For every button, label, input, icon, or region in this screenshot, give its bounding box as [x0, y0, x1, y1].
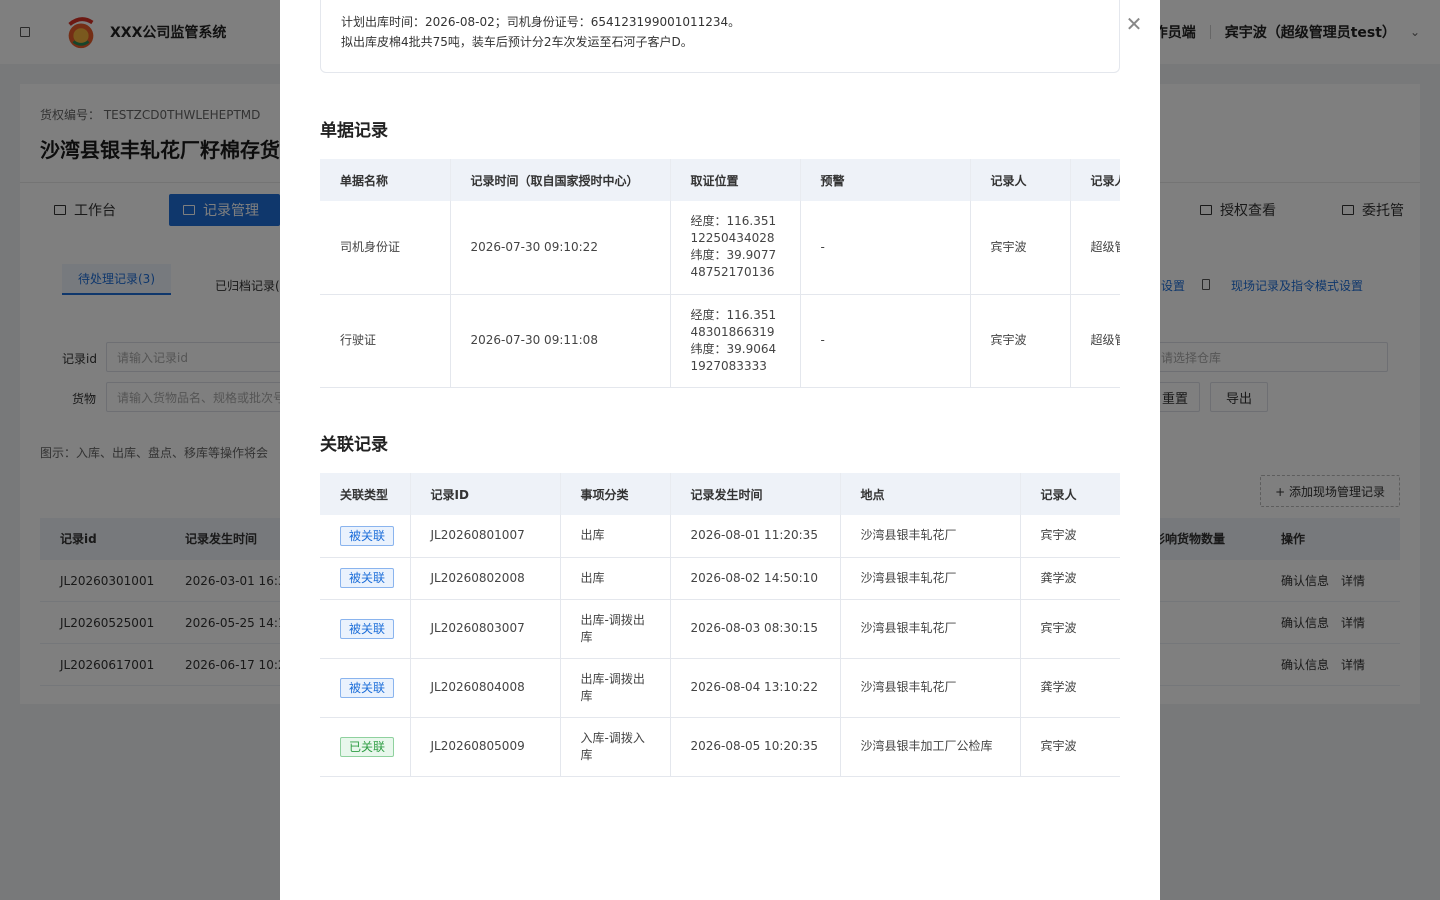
table-row: 行驶证 2026-07-30 09:11:08 经度：116.351483018…	[320, 294, 1120, 388]
links-section-title: 关联记录	[320, 435, 388, 455]
header-occur-time: 记录发生时间	[670, 473, 841, 515]
occur-time: 2026-08-03 08:30:15	[670, 599, 841, 659]
remark-line: 拟出库皮棉4批共75吨，装车后预计分2车次发运至石河子客户D。	[341, 35, 693, 49]
table-row: 已关联 JL20260805009 入库-调拨入库 2026-08-05 10:…	[320, 717, 1120, 777]
doc-location: 经度：116.35148301866319 纬度：39.906419270833…	[670, 294, 801, 388]
category: 出库	[560, 557, 671, 600]
header-place: 地点	[840, 473, 1021, 515]
linked-type-tag: 已关联	[340, 736, 395, 757]
record-id: JL20260804008	[410, 658, 561, 718]
recorder: 宾宇波	[1020, 599, 1120, 659]
record-detail-drawer: ✕ 计划出库时间：2026-08-02；司机身份证号：6541231990010…	[280, 0, 1160, 900]
header-category: 事项分类	[560, 473, 671, 515]
place: 沙湾县银丰轧花厂	[840, 599, 1021, 659]
header-doc-recorder-role: 记录人	[1070, 159, 1120, 201]
table-row: 被关联 JL20260801007 出库 2026-08-01 11:20:35…	[320, 515, 1120, 558]
doc-recorder: 宾宇波	[970, 294, 1071, 388]
link-type-cell: 被关联	[320, 557, 411, 600]
place: 沙湾县银丰加工厂公检库	[840, 717, 1021, 777]
occur-time: 2026-08-01 11:20:35	[670, 515, 841, 558]
linked-type-tag: 被关联	[340, 568, 395, 588]
header-recorder: 记录人	[1020, 473, 1120, 515]
category: 出库	[560, 515, 671, 558]
category: 出库-调拨出库	[560, 658, 671, 718]
record-id: JL20260801007	[410, 515, 561, 558]
linked-type-tag: 被关联	[340, 618, 395, 639]
doc-time: 2026-07-30 09:10:22	[450, 201, 671, 295]
close-icon[interactable]: ✕	[1124, 14, 1144, 34]
doc-warning: -	[800, 201, 971, 295]
remark-box: 计划出库时间：2026-08-02；司机身份证号：654123199001011…	[320, 0, 1120, 73]
doc-recorder: 宾宇波	[970, 201, 1071, 295]
occur-time: 2026-08-05 10:20:35	[670, 717, 841, 777]
header-doc-warning: 预警	[800, 159, 971, 201]
links-header-row: 关联类型 记录ID 事项分类 记录发生时间 地点 记录人	[320, 473, 1120, 515]
doc-location: 经度：116.35112250434028 纬度：39.907748752170…	[670, 201, 801, 295]
doc-warning: -	[800, 294, 971, 388]
header-record-id: 记录ID	[410, 473, 561, 515]
doc-name: 司机身份证	[320, 201, 451, 295]
recorder: 宾宇波	[1020, 515, 1120, 558]
recorder: 龚学波	[1020, 658, 1120, 718]
place: 沙湾县银丰轧花厂	[840, 557, 1021, 600]
category: 入库-调拨入库	[560, 717, 671, 777]
category: 出库-调拨出库	[560, 599, 671, 659]
header-doc-time: 记录时间（取自国家授时中心）	[450, 159, 671, 201]
linked-records-table: 关联类型 记录ID 事项分类 记录发生时间 地点 记录人 被关联 JL20260…	[320, 473, 1120, 777]
doc-recorder-role: 超级管	[1070, 201, 1120, 295]
header-doc-recorder: 记录人	[970, 159, 1071, 201]
linked-type-tag: 被关联	[340, 677, 395, 698]
docs-section-title: 单据记录	[320, 121, 388, 141]
table-row: 被关联 JL20260802008 出库 2026-08-02 14:50:10…	[320, 557, 1120, 600]
place: 沙湾县银丰轧花厂	[840, 515, 1021, 558]
table-row: 被关联 JL20260804008 出库-调拨出库 2026-08-04 13:…	[320, 658, 1120, 718]
record-id: JL20260803007	[410, 599, 561, 659]
record-id: JL20260805009	[410, 717, 561, 777]
occur-time: 2026-08-02 14:50:10	[670, 557, 841, 600]
record-id: JL20260802008	[410, 557, 561, 600]
linked-type-tag: 被关联	[340, 525, 395, 546]
link-type-cell: 被关联	[320, 658, 411, 718]
table-row: 司机身份证 2026-07-30 09:10:22 经度：116.3511225…	[320, 201, 1120, 295]
recorder: 龚学波	[1020, 557, 1120, 600]
header-doc-location: 取证位置	[670, 159, 801, 201]
doc-name: 行驶证	[320, 294, 451, 388]
link-type-cell: 已关联	[320, 717, 411, 777]
docs-header-row: 单据名称 记录时间（取自国家授时中心） 取证位置 预警 记录人 记录人	[320, 159, 1120, 201]
table-row: 被关联 JL20260803007 出库-调拨出库 2026-08-03 08:…	[320, 599, 1120, 659]
doc-time: 2026-07-30 09:11:08	[450, 294, 671, 388]
recorder: 宾宇波	[1020, 717, 1120, 777]
link-type-cell: 被关联	[320, 599, 411, 659]
header-doc-name: 单据名称	[320, 159, 451, 201]
link-type-cell: 被关联	[320, 515, 411, 558]
place: 沙湾县银丰轧花厂	[840, 658, 1021, 718]
header-link-type: 关联类型	[320, 473, 411, 515]
docs-table: 单据名称 记录时间（取自国家授时中心） 取证位置 预警 记录人 记录人 司机身份…	[320, 159, 1120, 388]
doc-recorder-role: 超级管	[1070, 294, 1120, 388]
occur-time: 2026-08-04 13:10:22	[670, 658, 841, 718]
remark-line: 计划出库时间：2026-08-02；司机身份证号：654123199001011…	[341, 15, 741, 29]
